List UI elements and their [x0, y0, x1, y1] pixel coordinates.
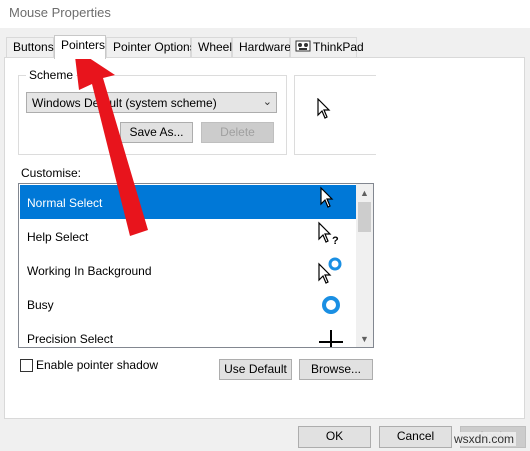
tab-wheel[interactable]: Wheel [191, 37, 232, 57]
scroll-down-icon[interactable]: ▼ [360, 334, 369, 344]
chevron-down-icon: ⌄ [262, 96, 272, 108]
list-item[interactable]: Working In Background [20, 253, 357, 287]
help-cursor-icon: ? [318, 221, 339, 247]
busy-cursor-icon [322, 296, 340, 314]
pointer-preview [294, 75, 376, 155]
crosshair-cursor-icon [319, 330, 343, 347]
cursor-list[interactable]: Normal Select Help Select ? Working In B… [18, 183, 374, 348]
list-item[interactable]: Precision Select [20, 321, 357, 347]
scheme-select[interactable]: Windows Default (system scheme) ⌄ [26, 92, 277, 113]
scrollbar-thumb[interactable] [358, 202, 371, 232]
working-cursor-icon [318, 257, 342, 284]
customise-label: Customise: [21, 166, 82, 180]
scheme-group-label: Scheme [26, 68, 77, 82]
tab-hardware[interactable]: Hardware [232, 37, 291, 57]
list-item-label: Normal Select [27, 196, 103, 210]
list-item[interactable]: Normal Select [20, 185, 357, 219]
title-bar: Mouse Properties [0, 0, 530, 28]
pointer-shadow-label: Enable pointer shadow [36, 358, 159, 372]
svg-text:?: ? [332, 235, 339, 247]
arrow-cursor-icon [320, 186, 334, 208]
list-item-label: Busy [27, 298, 54, 312]
ok-button[interactable]: OK [298, 426, 371, 448]
pointer-shadow-checkbox[interactable] [20, 359, 33, 372]
tab-pointer-options[interactable]: Pointer Options [106, 37, 196, 57]
list-item-label: Working In Background [27, 264, 152, 278]
scheme-group [18, 75, 287, 155]
window-title: Mouse Properties [9, 5, 111, 20]
arrow-cursor-icon [317, 98, 331, 119]
list-item-label: Help Select [27, 230, 89, 244]
delete-button[interactable]: Delete [201, 122, 274, 143]
cancel-button[interactable]: Cancel [379, 426, 452, 448]
browse-button[interactable]: Browse... [299, 359, 373, 380]
watermark: wsxdn.com [452, 432, 517, 446]
tab-strip: Buttons Pointers Pointer Options Wheel H… [3, 35, 523, 59]
tab-thinkpad[interactable]: ThinkPad [290, 37, 364, 57]
scroll-up-icon[interactable]: ▲ [360, 188, 369, 198]
tab-thinkpad-label: ThinkPad [313, 40, 364, 54]
list-item[interactable]: Busy [20, 287, 357, 321]
tab-pointers[interactable]: Pointers [54, 35, 106, 59]
list-item-label: Precision Select [27, 332, 114, 346]
list-item[interactable]: Help Select ? [20, 219, 357, 253]
use-default-button[interactable]: Use Default [219, 359, 292, 380]
scheme-select-value: Windows Default (system scheme) [32, 96, 217, 110]
tab-buttons[interactable]: Buttons [6, 37, 54, 57]
thinkpad-icon [295, 40, 311, 52]
save-as-button[interactable]: Save As... [120, 122, 193, 143]
